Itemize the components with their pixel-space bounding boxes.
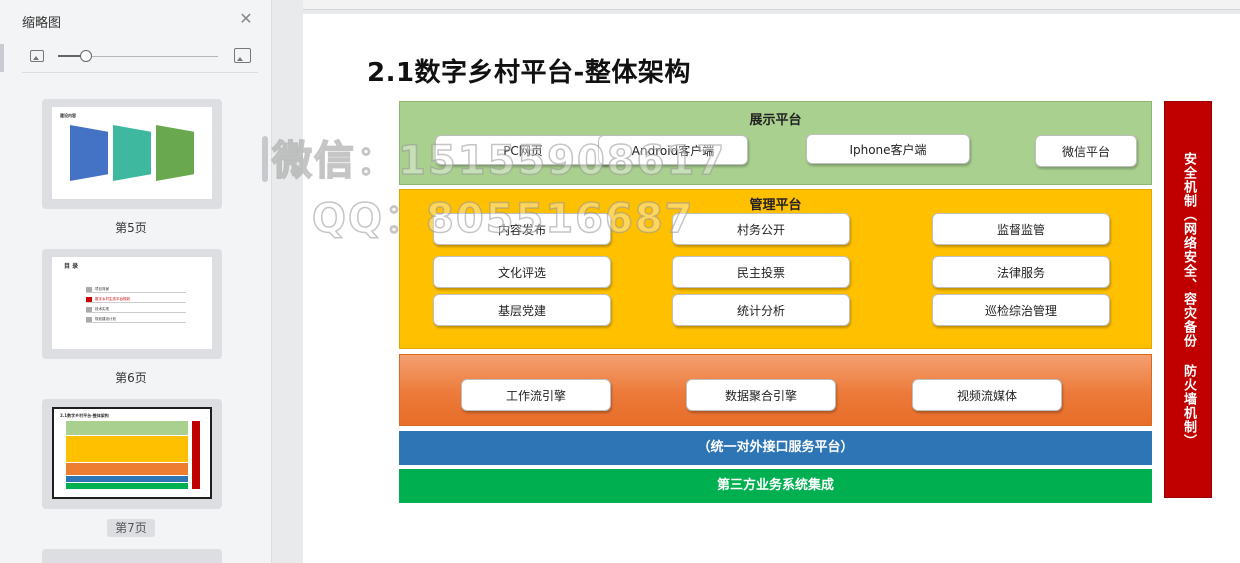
thumbnail-slide-preview: 2.1数字乡村平台-整体架构 xyxy=(52,407,212,499)
mini-toc-row: 规划建设计划 xyxy=(86,317,186,323)
mini-toc-row: 项目背景 xyxy=(86,287,186,293)
thumbnail-slide-preview: 目 录 项目背景 数字乡村生态平台规划 技术实现 规划建设计划 xyxy=(52,257,212,349)
mini-display-layer xyxy=(66,421,188,435)
mini-engine-layer xyxy=(66,463,188,475)
security-mechanism-bar: 安全机制（网络安全、容灾备份 防火墙机制） xyxy=(1164,101,1212,498)
mini-block xyxy=(113,125,151,181)
engine-item-workflow: 工作流引擎 xyxy=(461,379,611,411)
thumbnail-page-6[interactable]: 目 录 项目背景 数字乡村生态平台规划 技术实现 规划建设计划 xyxy=(42,249,222,359)
mini-integration-bar xyxy=(66,483,188,489)
mini-toc-row: 技术实现 xyxy=(86,307,186,313)
mini-slide-title: 目 录 xyxy=(64,263,79,270)
page-label-6: 第6页 xyxy=(115,371,147,385)
mini-block xyxy=(70,125,108,181)
page-label-5: 第5页 xyxy=(115,221,147,235)
management-platform-title: 管理平台 xyxy=(749,198,802,213)
mgmt-item-legal: 法律服务 xyxy=(932,256,1110,288)
management-platform-layer: 管理平台 内容发布 村务公开 监督监管 文化评选 民主投票 法律服务 基层党建 … xyxy=(399,189,1152,349)
page-label-7: 第7页 xyxy=(0,519,262,537)
mini-block xyxy=(156,125,194,181)
display-item-wechat: 微信平台 xyxy=(1035,135,1137,167)
mgmt-item-party: 基层党建 xyxy=(433,294,611,326)
display-item-android: Android客户端 xyxy=(598,135,748,165)
thumbnail-zoom-control xyxy=(28,46,254,68)
thumbnail-page-7[interactable]: 2.1数字乡村平台-整体架构 xyxy=(42,399,222,509)
close-icon[interactable]: ✕ xyxy=(238,11,254,27)
display-platform-layer: 展示平台 PC网页 Android客户端 Iphone客户端 微信平台 xyxy=(399,101,1152,185)
engine-item-data-aggregation: 数据聚合引擎 xyxy=(686,379,836,411)
thumbnail-page-5[interactable]: 建设内容 xyxy=(42,99,222,209)
sidebar-rail-indicator xyxy=(0,44,4,72)
thumbnail-slide-preview: 建设内容 xyxy=(52,107,212,199)
mini-slide-title: 建设内容 xyxy=(60,113,76,118)
mini-toc-row: 数字乡村生态平台规划 xyxy=(86,297,186,303)
zoom-slider-handle[interactable] xyxy=(80,50,92,62)
mgmt-item-village-affairs: 村务公开 xyxy=(672,213,850,245)
large-image-icon[interactable] xyxy=(234,48,251,63)
sidebar-title: 缩略图 xyxy=(22,16,62,31)
mini-slide-title: 2.1数字乡村平台-整体架构 xyxy=(60,413,109,418)
mgmt-item-content-publish: 内容发布 xyxy=(433,213,611,245)
interface-service-bar: （统一对外接口服务平台） xyxy=(399,431,1152,465)
mgmt-item-supervision: 监督监管 xyxy=(932,213,1110,245)
display-item-iphone: Iphone客户端 xyxy=(806,134,970,164)
small-image-icon[interactable] xyxy=(30,50,44,62)
sidebar-divider xyxy=(22,72,258,73)
mgmt-item-inspection: 巡检综治管理 xyxy=(932,294,1110,326)
engine-item-video-streaming: 视频流媒体 xyxy=(912,379,1062,411)
mgmt-item-culture: 文化评选 xyxy=(433,256,611,288)
mini-security-bar xyxy=(192,421,200,489)
thumbnail-sidebar: 缩略图 ✕ 建设内容 第5页 目 录 项目背景 数字乡村生态平台规划 技术实现 … xyxy=(0,0,272,563)
mgmt-item-statistics: 统计分析 xyxy=(672,294,850,326)
slide-title: 2.1数字乡村平台-整体架构 xyxy=(367,58,691,88)
mini-interface-bar xyxy=(66,476,188,482)
mgmt-item-voting: 民主投票 xyxy=(672,256,850,288)
display-platform-title: 展示平台 xyxy=(749,113,802,128)
mini-management-layer xyxy=(66,436,188,462)
previous-page-edge xyxy=(303,0,1240,10)
third-party-integration-bar: 第三方业务系统集成 xyxy=(399,469,1152,503)
display-item-pc: PC网页 xyxy=(435,135,611,165)
thumbnail-page-8[interactable] xyxy=(42,549,222,563)
sidebar-scrollbar[interactable] xyxy=(262,136,268,182)
engine-layer: 工作流引擎 数据聚合引擎 视频流媒体 xyxy=(399,354,1152,426)
